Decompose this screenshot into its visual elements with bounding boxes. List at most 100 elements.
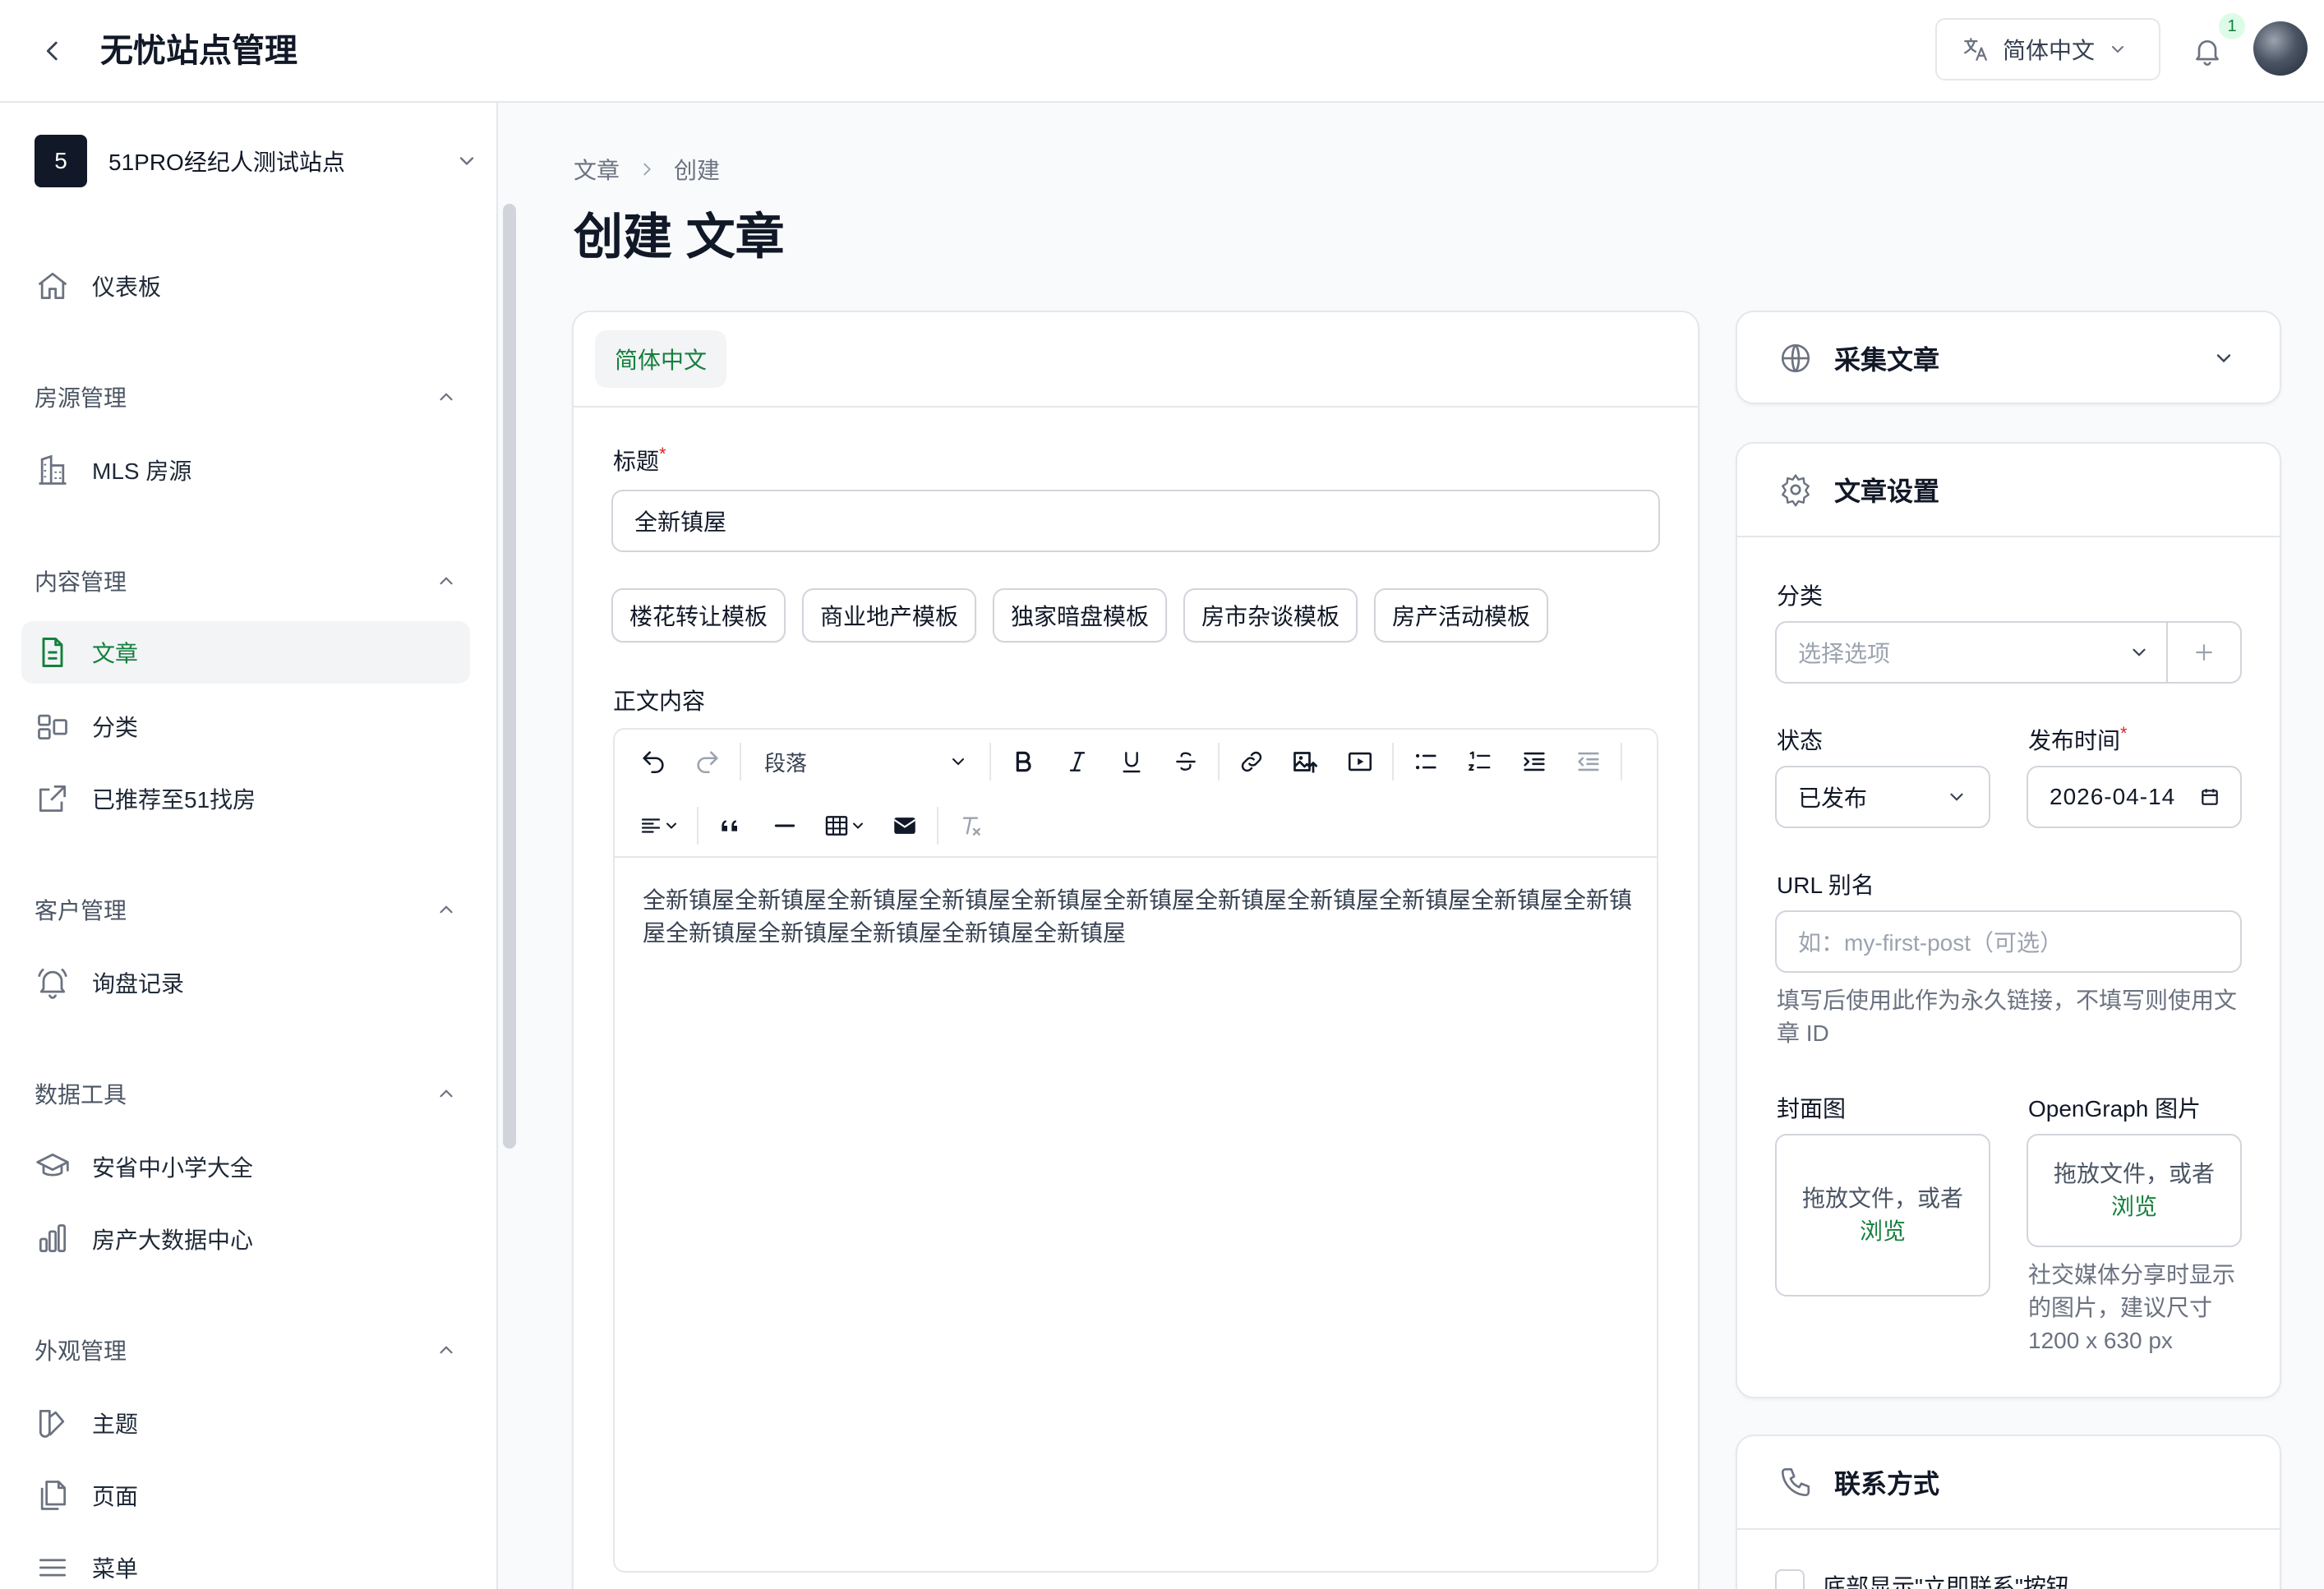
chevron-down-icon	[2133, 648, 2146, 656]
template-button-market-talk[interactable]: 房市杂谈模板	[1183, 588, 1358, 643]
toolbar-divider	[937, 807, 938, 845]
og-image-dropzone[interactable]: 拖放文件，或者 浏览	[2027, 1134, 2242, 1247]
sidebar-item-bigdata[interactable]: 房产大数据中心	[21, 1208, 470, 1270]
language-select[interactable]: 简体中文	[1935, 18, 2160, 81]
sidebar-item-recommended[interactable]: 已推荐至51找房	[21, 767, 470, 830]
cover-image-dropzone[interactable]: 拖放文件，或者 浏览	[1775, 1134, 1990, 1297]
avatar[interactable]	[2253, 21, 2308, 76]
align-button[interactable]	[626, 799, 692, 853]
building-icon	[35, 452, 71, 488]
category-select[interactable]: 选择选项	[1775, 621, 2242, 684]
italic-button[interactable]	[1050, 735, 1104, 789]
media-button[interactable]	[1333, 735, 1387, 789]
language-label: 简体中文	[2003, 38, 2096, 63]
back-button[interactable]	[31, 30, 74, 72]
menu-icon	[35, 1550, 71, 1586]
url-slug-input[interactable]: 如：my-first-post（可选）	[1775, 910, 2242, 973]
translate-icon	[1964, 38, 1987, 61]
horizontal-rule-button[interactable]	[758, 799, 812, 853]
strikethrough-button[interactable]	[1159, 735, 1213, 789]
template-button-exclusive[interactable]: 独家暗盘模板	[993, 588, 1168, 643]
card-divider	[1737, 1528, 2280, 1530]
link-button[interactable]	[1224, 735, 1279, 789]
template-button-presale[interactable]: 楼花转让模板	[611, 588, 786, 643]
nav-group-label: 内容管理	[35, 569, 127, 595]
numbered-list-button[interactable]	[1453, 735, 1507, 789]
table-button[interactable]	[812, 799, 878, 853]
status-select[interactable]: 已发布	[1775, 766, 1990, 828]
title-input[interactable]: 全新镇屋	[611, 490, 1660, 552]
browse-link[interactable]: 浏览	[2111, 1191, 2157, 1223]
sidebar-item-articles[interactable]: 文章	[21, 621, 470, 684]
chevron-down-icon	[459, 157, 474, 166]
category-label: 分类	[1777, 583, 1824, 609]
contact-card: 联系方式	[1736, 1435, 2281, 1589]
image-upload-button[interactable]	[1279, 735, 1333, 789]
breadcrumb-parent[interactable]: 文章	[574, 153, 620, 186]
og-image-label: OpenGraph 图片	[2028, 1096, 2202, 1122]
email-button[interactable]	[878, 799, 932, 853]
indent-button[interactable]	[1507, 735, 1561, 789]
bell-icon	[2196, 40, 2219, 66]
template-button-event[interactable]: 房产活动模板	[1374, 588, 1549, 643]
sidebar-item-label: 仪表板	[92, 274, 162, 300]
redo-button[interactable]	[680, 735, 735, 789]
globe-icon	[1781, 343, 1810, 373]
publish-time-label: 发布时间*	[2028, 723, 2128, 753]
nav-group-appearance[interactable]: 外观管理	[35, 1329, 457, 1370]
sidebar-item-schools[interactable]: 安省中小学大全	[21, 1135, 470, 1198]
tab-zh-cn[interactable]: 简体中文	[595, 330, 727, 388]
sidebar-item-menus[interactable]: 菜单	[21, 1536, 470, 1589]
quote-icon	[722, 820, 737, 831]
template-button-commercial[interactable]: 商业地产模板	[802, 588, 977, 643]
toolbar-divider	[1392, 743, 1394, 781]
undo-icon	[643, 751, 664, 774]
toolbar-divider	[989, 743, 991, 781]
breadcrumb: 文章 创建	[574, 153, 720, 186]
collect-article-card[interactable]: 采集文章	[1736, 311, 2281, 404]
url-slug-label: URL 别名	[1777, 873, 1874, 898]
bullet-list-button[interactable]	[1399, 735, 1453, 789]
nav-group-customers[interactable]: 客户管理	[35, 889, 457, 930]
sidebar-item-themes[interactable]: 主题	[21, 1392, 470, 1454]
pages-icon	[35, 1477, 71, 1513]
nav-group-content[interactable]: 内容管理	[35, 560, 457, 601]
bold-icon	[1016, 751, 1031, 772]
dropzone-text: 拖放文件，或者	[1801, 1186, 1963, 1211]
add-category-button[interactable]	[2168, 622, 2240, 683]
clear-format-button[interactable]	[943, 799, 998, 853]
link-icon	[1241, 751, 1262, 772]
sidebar-item-label: 分类	[92, 715, 139, 740]
undo-button[interactable]	[626, 735, 680, 789]
indent-icon	[1524, 752, 1545, 771]
site-switcher[interactable]: 5 51PRO经纪人测试站点	[35, 131, 478, 191]
sidebar-item-label: 已推荐至51找房	[92, 787, 256, 813]
browse-link[interactable]: 浏览	[1860, 1215, 1906, 1248]
sidebar-item-label: 页面	[92, 1484, 139, 1509]
underline-button[interactable]	[1104, 735, 1159, 789]
editor-content[interactable]: 全新镇屋全新镇屋全新镇屋全新镇屋全新镇屋全新镇屋全新镇屋全新镇屋全新镇屋全新镇屋…	[643, 884, 1637, 950]
notification-badge: 1	[2219, 13, 2245, 39]
content-label: 正文内容	[613, 689, 706, 714]
publish-date-input[interactable]: 2026-04-14	[2027, 766, 2242, 828]
toolbar-border	[615, 856, 1657, 858]
sidebar-scrollbar[interactable]	[503, 204, 516, 1149]
nav-group-data-tools[interactable]: 数据工具	[35, 1073, 457, 1114]
sidebar-item-label: 文章	[92, 641, 139, 666]
show-contact-button-checkbox[interactable]	[1775, 1569, 1805, 1589]
chevron-left-icon	[46, 41, 58, 61]
graduation-cap-icon	[35, 1149, 71, 1185]
bold-button[interactable]	[996, 735, 1050, 789]
blockquote-button[interactable]	[703, 799, 758, 853]
outdent-button[interactable]	[1561, 735, 1616, 789]
gear-icon	[1782, 474, 1810, 507]
notifications-button[interactable]	[2186, 30, 2229, 72]
sidebar-item-categories[interactable]: 分类	[21, 695, 470, 758]
sidebar-item-inquiries[interactable]: 询盘记录	[21, 951, 470, 1014]
block-format-select[interactable]: 段落	[746, 737, 984, 786]
editor-toolbar-row-1: 段落	[615, 730, 1657, 794]
nav-group-listings[interactable]: 房源管理	[35, 376, 457, 417]
sidebar-item-pages[interactable]: 页面	[21, 1464, 470, 1527]
sidebar-item-mls[interactable]: MLS 房源	[21, 439, 470, 501]
sidebar-item-dashboard[interactable]: 仪表板	[21, 255, 470, 317]
